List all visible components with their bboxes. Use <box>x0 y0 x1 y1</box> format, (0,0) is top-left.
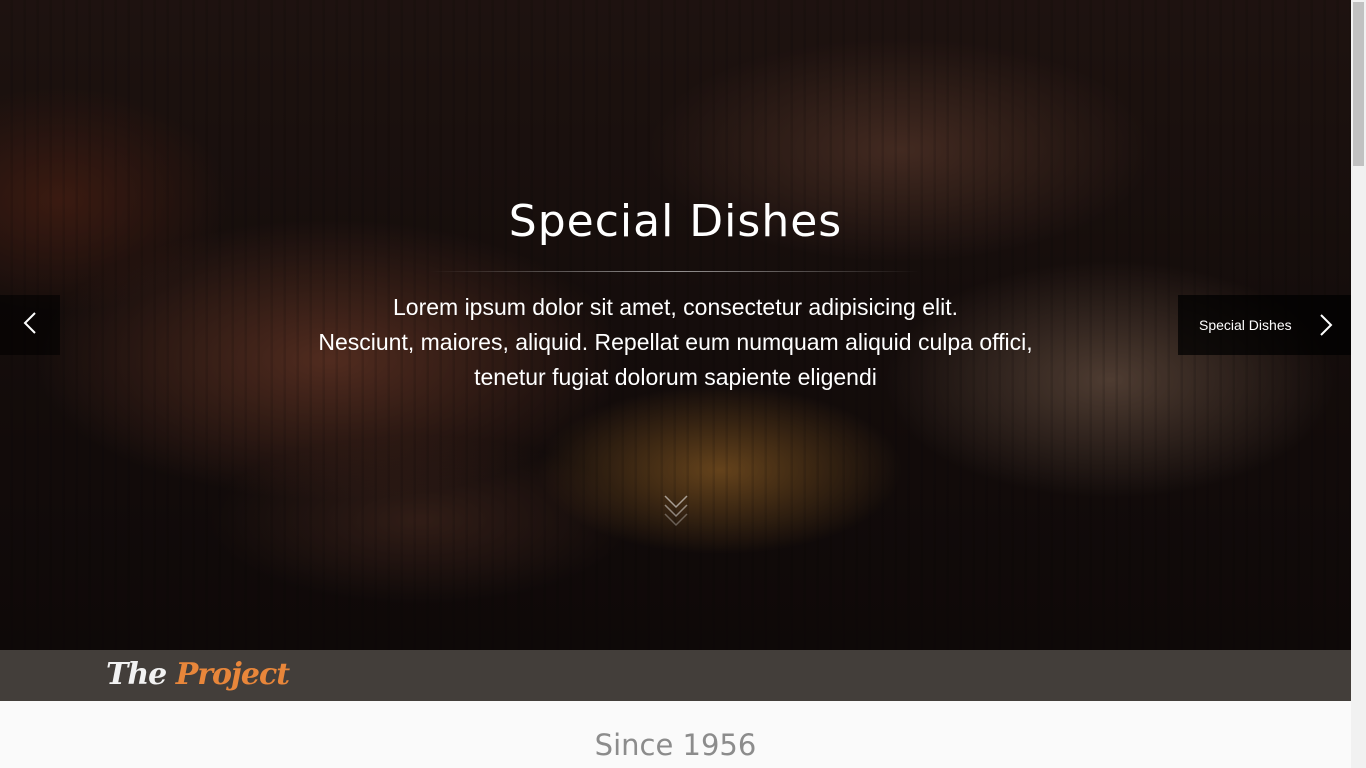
double-chevron-down-icon[interactable] <box>662 490 690 528</box>
hero-title: Special Dishes <box>508 196 843 247</box>
hero-text-line: Nesciunt, maiores, aliquid. Repellat eum… <box>318 329 1033 355</box>
site-logo[interactable]: The Project <box>106 655 290 695</box>
slider-next-label: Special Dishes <box>1199 317 1292 333</box>
logo-the: The <box>106 657 167 692</box>
chevron-right-icon <box>1319 313 1333 337</box>
slider-prev-button[interactable] <box>0 295 60 355</box>
hero-text-line: tenetur fugiat dolorum sapiente eligendi <box>474 364 877 390</box>
hero-divider <box>430 271 920 272</box>
chevron-left-icon <box>23 311 37 339</box>
logo-project: Project <box>175 657 290 692</box>
hero-text-line: Lorem ipsum dolor sit amet, consectetur … <box>392 294 959 320</box>
slider-next-button[interactable]: Special Dishes <box>1178 295 1351 355</box>
hero-text: Lorem ipsum dolor sit amet, consectetur … <box>0 290 1351 395</box>
section-title: Since 1956 <box>594 728 757 762</box>
page-scrollbar-thumb[interactable] <box>1353 2 1364 166</box>
